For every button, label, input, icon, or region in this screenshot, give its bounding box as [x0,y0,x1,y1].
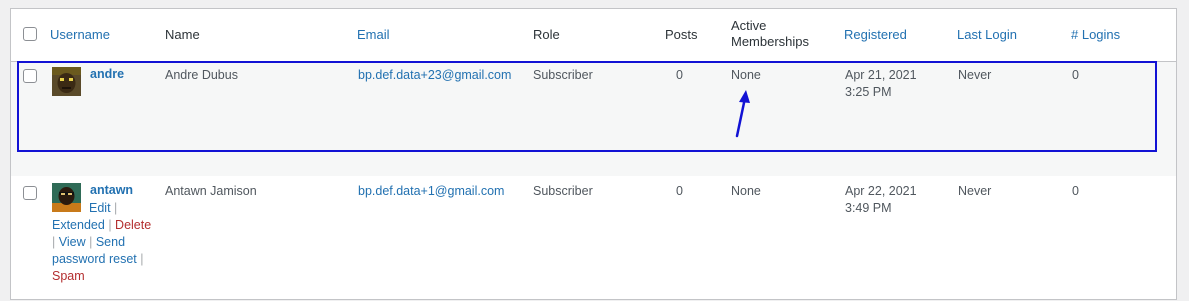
column-username[interactable]: Username [50,27,110,43]
column-logins[interactable]: # Logins [1071,27,1120,43]
row-actions: Edit | Extended | Delete | View | Send p… [52,200,152,285]
registered-cell: Apr 22, 2021 3:49 PM [845,183,917,217]
email-link[interactable]: bp.def.data+23@gmail.com [358,67,511,84]
posts-cell: 0 [676,184,683,198]
name-cell: Antawn Jamison [165,184,257,198]
registered-time: 3:25 PM [845,85,892,99]
registered-date: Apr 21, 2021 [845,68,917,82]
registered-time: 3:49 PM [845,201,892,215]
logins-cell: 0 [1072,68,1079,82]
column-last-login[interactable]: Last Login [957,27,1017,43]
posts-cell: 0 [676,68,683,82]
email-link[interactable]: bp.def.data+1@gmail.com [358,183,504,200]
column-name: Name [165,27,200,42]
extended-link[interactable]: Extended [52,218,105,232]
name-cell: Andre Dubus [165,68,238,82]
row-checkbox[interactable] [23,186,37,200]
memberships-cell: None [731,184,761,198]
action-separator: | [108,218,112,232]
logins-cell: 0 [1072,184,1079,198]
action-separator: | [140,252,144,266]
edit-link[interactable]: Edit [89,201,111,215]
column-role: Role [533,27,560,42]
avatar [52,67,81,96]
username-link[interactable]: antawn [90,183,133,197]
row-checkbox[interactable] [23,69,37,83]
table-row: antawn Edit | Extended | Delete | View |… [11,176,1176,301]
send-password-reset-link-part1[interactable]: Send [96,235,125,249]
action-separator: | [52,235,56,249]
username-link[interactable]: andre [90,67,124,81]
column-active-memberships: Active Memberships [731,18,809,50]
column-active-line2: Memberships [731,34,810,49]
action-separator: | [89,235,93,249]
last-login-cell: Never [958,184,992,198]
send-password-reset-link-part2[interactable]: password reset [52,252,137,266]
view-link[interactable]: View [59,235,86,249]
role-cell: Subscriber [533,68,593,82]
users-table: Username Name Email Role Posts Active Me… [10,8,1177,300]
select-all-checkbox[interactable] [23,27,37,41]
column-active-line1: Active [731,18,767,33]
memberships-cell: None [731,68,761,82]
column-registered[interactable]: Registered [844,27,907,43]
column-email[interactable]: Email [357,27,390,43]
last-login-cell: Never [958,68,992,82]
spam-link[interactable]: Spam [52,269,85,283]
registered-cell: Apr 21, 2021 3:25 PM [845,67,917,101]
column-posts: Posts [665,27,698,42]
table-row: andre Andre Dubus bp.def.data+23@gmail.c… [11,62,1176,176]
table-header: Username Name Email Role Posts Active Me… [11,9,1176,62]
delete-link[interactable]: Delete [115,218,151,232]
registered-date: Apr 22, 2021 [845,184,917,198]
action-separator: | [114,201,118,215]
role-cell: Subscriber [533,184,593,198]
arrow-annotation-icon [735,90,750,138]
